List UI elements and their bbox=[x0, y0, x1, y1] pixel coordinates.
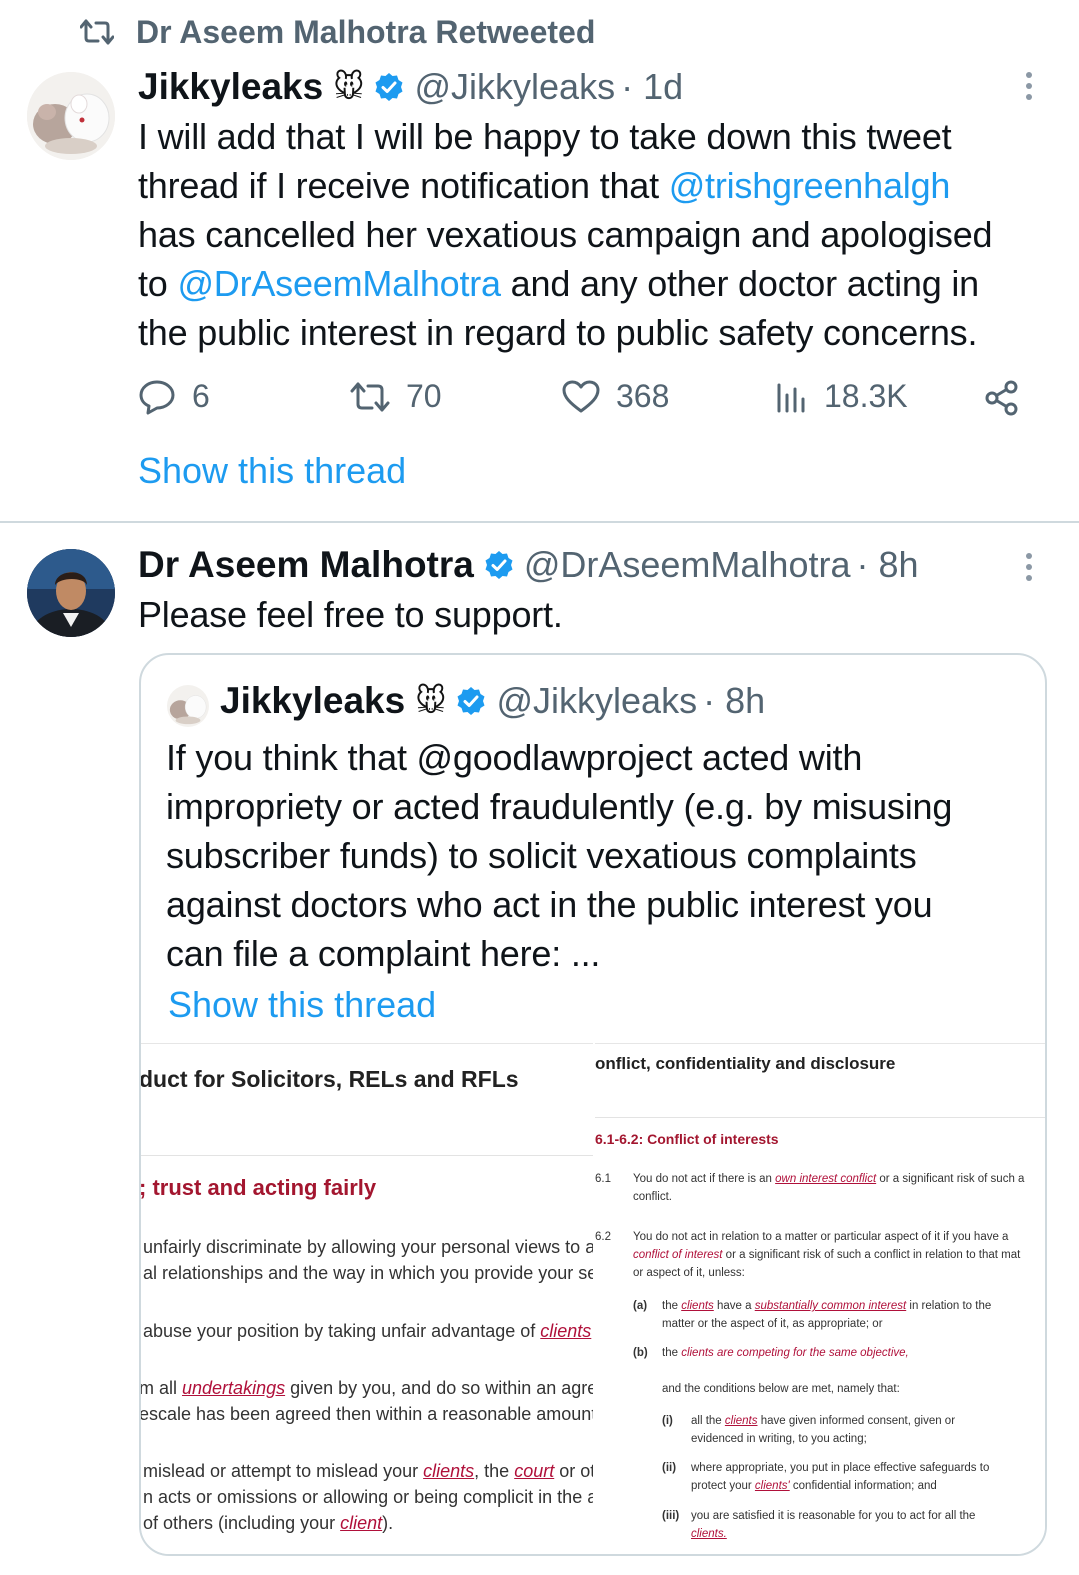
profile-photo bbox=[27, 549, 115, 637]
share-icon bbox=[985, 380, 1018, 416]
doc-right-heading: onflict, confidentiality and disclosure bbox=[595, 1054, 896, 1073]
quote-text: If you think that @goodlawproject acted … bbox=[166, 737, 953, 974]
tweet-time[interactable]: · 8h bbox=[856, 544, 918, 586]
reply-button[interactable]: 6 bbox=[138, 378, 210, 415]
tweet1-line-3: has cancelled her vexatious campaign and… bbox=[138, 214, 993, 255]
doc-left-rule bbox=[141, 1155, 593, 1156]
tweet1-line-2: thread if I receive notification that @t… bbox=[138, 165, 951, 206]
avatar[interactable] bbox=[27, 549, 115, 637]
author-handle[interactable]: @DrAseemMalhotra bbox=[524, 544, 851, 586]
avatar bbox=[167, 685, 209, 727]
quote-header: Jikkyleaks 🐭 @Jikkyleaks · 8h bbox=[220, 679, 765, 723]
doc-right-rule bbox=[595, 1117, 1045, 1118]
retweet-header-text: Dr Aseem Malhotra Retweeted bbox=[136, 13, 596, 50]
retweet-button[interactable]: 70 bbox=[350, 378, 442, 415]
show-thread-link[interactable]: Show this thread bbox=[168, 984, 436, 1026]
tweet-time[interactable]: · 1d bbox=[621, 66, 683, 108]
verified-badge-icon bbox=[457, 687, 485, 715]
doc-right-subheading: 6.1-6.2: Conflict of interests bbox=[595, 1131, 779, 1147]
rats-avatar-image bbox=[27, 72, 115, 160]
tweet-divider bbox=[0, 521, 1079, 523]
mention-draseemmalhotra[interactable]: @DrAseemMalhotra bbox=[177, 263, 501, 304]
more-options-icon[interactable] bbox=[1026, 553, 1032, 586]
tweet1-text: I will add that I will be happy to take … bbox=[138, 112, 1058, 357]
doc-left-subheading: ; trust and acting fairly bbox=[141, 1175, 377, 1200]
author-handle: @Jikkyleaks bbox=[496, 680, 698, 721]
author-handle[interactable]: @Jikkyleaks bbox=[414, 66, 615, 108]
author-name: Jikkyleaks bbox=[220, 680, 406, 721]
tweet1-line-4: to @DrAseemMalhotra and any other doctor… bbox=[138, 263, 979, 304]
views-chart-icon bbox=[777, 383, 805, 412]
attached-image-left[interactable]: duct for Solicitors, RELs and RFLs ; tru… bbox=[141, 1043, 593, 1554]
attached-image-right[interactable]: onflict, confidentiality and disclosure … bbox=[595, 1043, 1045, 1554]
doc-left-para-2: abuse your position by taking unfair adv… bbox=[143, 1321, 592, 1341]
heart-icon bbox=[562, 380, 600, 412]
mouse-emoji: 🐭 bbox=[415, 684, 447, 718]
tweet-time: · 8h bbox=[703, 680, 766, 721]
doc-left-para-3: m all undertakings given by you, and do … bbox=[141, 1378, 593, 1424]
verified-badge-icon bbox=[485, 551, 513, 579]
views-button[interactable]: 18.3K bbox=[776, 378, 908, 415]
quoted-tweet[interactable]: Jikkyleaks 🐭 @Jikkyleaks · 8h If you thi… bbox=[139, 653, 1047, 1556]
like-count: 368 bbox=[616, 378, 670, 414]
mention-trishgreenhalgh[interactable]: @trishgreenhalgh bbox=[669, 165, 951, 206]
share-button[interactable] bbox=[984, 380, 1020, 421]
tweet2-text: Please feel free to support. bbox=[138, 594, 563, 635]
mouse-emoji: 🐭 bbox=[333, 70, 365, 104]
doc-left-para-4: mislead or attempt to mislead your clien… bbox=[143, 1461, 593, 1533]
tweet1-line-5: the public interest in regard to public … bbox=[138, 312, 978, 353]
views-count: 18.3K bbox=[824, 378, 908, 414]
reply-icon bbox=[139, 380, 175, 414]
rats-avatar-image bbox=[167, 685, 209, 727]
author-name[interactable]: Dr Aseem Malhotra bbox=[138, 544, 474, 586]
more-options-icon[interactable] bbox=[1026, 72, 1032, 105]
tweet2-header: Dr Aseem Malhotra @DrAseemMalhotra · 8h bbox=[138, 542, 919, 588]
tweet1-header: Jikkyleaks 🐭 @Jikkyleaks · 1d bbox=[138, 64, 683, 110]
reply-count: 6 bbox=[192, 378, 210, 414]
doc-left-para-1: unfairly discriminate by allowing your p… bbox=[143, 1237, 593, 1283]
avatar[interactable] bbox=[27, 72, 115, 160]
retweet-header: Dr Aseem Malhotra Retweeted bbox=[80, 12, 595, 52]
retweet-count: 70 bbox=[406, 378, 442, 414]
show-thread-link[interactable]: Show this thread bbox=[138, 450, 406, 492]
verified-badge-icon bbox=[375, 73, 403, 101]
author-name[interactable]: Jikkyleaks bbox=[138, 66, 323, 108]
retweet-icon bbox=[80, 19, 114, 45]
conditions-text: and the conditions below are met, namely… bbox=[662, 1383, 900, 1395]
like-button[interactable]: 368 bbox=[562, 378, 669, 415]
retweet-icon bbox=[350, 382, 390, 411]
doc-left-heading: duct for Solicitors, RELs and RFLs bbox=[141, 1066, 519, 1092]
tweet1-line-1: I will add that I will be happy to take … bbox=[138, 116, 952, 157]
